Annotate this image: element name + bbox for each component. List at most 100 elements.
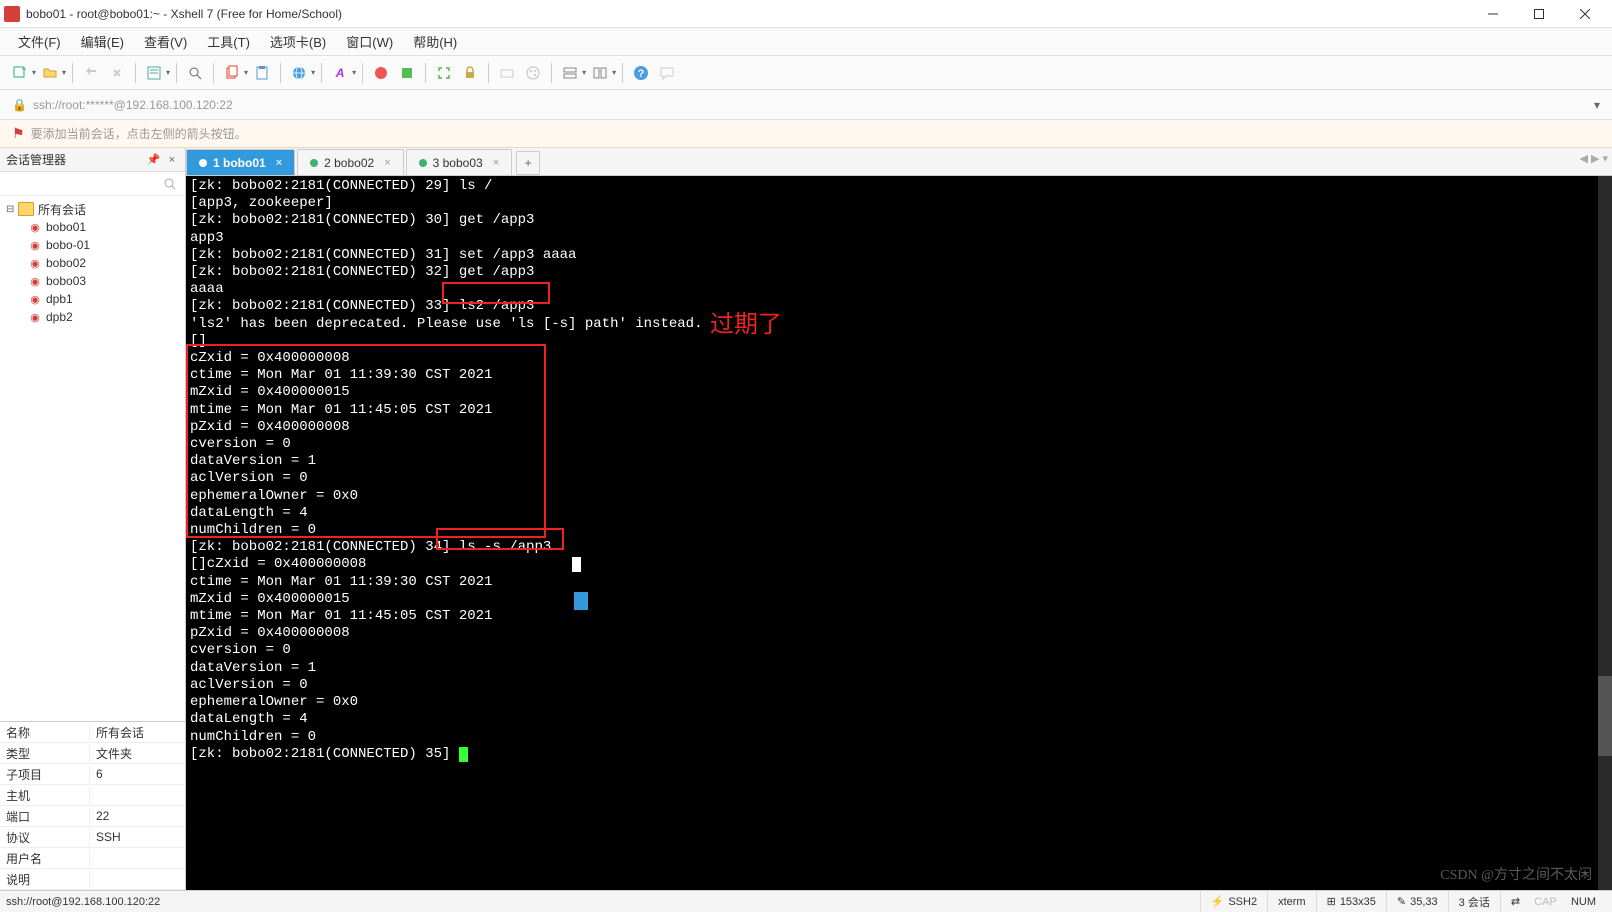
menu-help[interactable]: 帮助(H) xyxy=(403,28,467,55)
sidebar-search[interactable] xyxy=(0,172,185,196)
copy-icon[interactable] xyxy=(220,61,244,85)
prop-row: 用户名 xyxy=(0,848,185,869)
status-dot-icon xyxy=(310,159,318,167)
reconnect-icon[interactable] xyxy=(79,61,103,85)
app-icon xyxy=(4,6,20,22)
sidebar-close-icon[interactable]: × xyxy=(169,154,175,166)
status-sessions: 3 会话 xyxy=(1448,891,1500,912)
help-icon[interactable]: ? xyxy=(629,61,653,85)
tree-session[interactable]: bobo02 xyxy=(0,254,185,272)
session-icon xyxy=(28,256,42,270)
record-icon[interactable] xyxy=(369,61,393,85)
chat-icon[interactable] xyxy=(655,61,679,85)
font-icon[interactable]: A xyxy=(328,61,352,85)
status-pos: ✎35,33 xyxy=(1386,891,1448,912)
menu-tools[interactable]: 工具(T) xyxy=(197,28,260,55)
prop-row: 子项目6 xyxy=(0,764,185,785)
collapse-icon[interactable]: ⊟ xyxy=(6,204,18,215)
session-icon xyxy=(28,292,42,306)
cursor-icon: ✎ xyxy=(1397,895,1406,908)
prop-row: 端口22 xyxy=(0,806,185,827)
arrows-icon: ⇄ xyxy=(1511,895,1520,908)
status-size: ⊞153x35 xyxy=(1316,891,1386,912)
status-modifiers: ⇄ CAP NUM xyxy=(1500,891,1606,912)
prop-row: 名称所有会话 xyxy=(0,722,185,743)
grid-icon: ⊞ xyxy=(1327,895,1336,908)
address-dropdown-icon[interactable]: ▾ xyxy=(1594,98,1600,112)
folder-icon xyxy=(18,202,34,216)
prop-row: 类型文件夹 xyxy=(0,743,185,764)
palette-icon[interactable] xyxy=(521,61,545,85)
session-sidebar: 会话管理器 📌 × ⊟ 所有会话 bobo01 bobo-01 bobo02 b… xyxy=(0,148,186,890)
svg-text:?: ? xyxy=(638,68,645,80)
titlebar: bobo01 - root@bobo01:~ - Xshell 7 (Free … xyxy=(0,0,1612,28)
close-button[interactable] xyxy=(1562,0,1608,28)
menu-file[interactable]: 文件(F) xyxy=(8,28,71,55)
fullscreen-icon[interactable] xyxy=(432,61,456,85)
new-folder-icon[interactable] xyxy=(38,61,62,85)
disconnect-icon[interactable] xyxy=(105,61,129,85)
paste-icon[interactable] xyxy=(250,61,274,85)
tree-session[interactable]: bobo-01 xyxy=(0,236,185,254)
tile-horiz-icon[interactable] xyxy=(558,61,582,85)
window-title: bobo01 - root@bobo01:~ - Xshell 7 (Free … xyxy=(26,7,1470,21)
tree-session[interactable]: dpb2 xyxy=(0,308,185,326)
toolbar: ▾ ▾ ▾ ▾ ▾ A▾ ▾ ▾ ? xyxy=(0,56,1612,90)
hint-text: 要添加当前会话，点击左侧的箭头按钮。 xyxy=(31,125,247,142)
hint-bar: ⚑ 要添加当前会话，点击左侧的箭头按钮。 xyxy=(0,120,1612,148)
menu-view[interactable]: 查看(V) xyxy=(134,28,197,55)
tree-session[interactable]: dpb1 xyxy=(0,290,185,308)
new-session-icon[interactable] xyxy=(8,61,32,85)
new-tab-button[interactable]: + xyxy=(516,151,540,175)
tab-bobo01[interactable]: 1 bobo01× xyxy=(186,149,295,175)
menubar: 文件(F) 编辑(E) 查看(V) 工具(T) 选项卡(B) 窗口(W) 帮助(… xyxy=(0,28,1612,56)
status-term: xterm xyxy=(1267,891,1316,912)
find-icon[interactable] xyxy=(183,61,207,85)
tab-bobo03[interactable]: 3 bobo03× xyxy=(406,149,513,175)
tab-close-icon[interactable]: × xyxy=(493,157,499,169)
menu-window[interactable]: 窗口(W) xyxy=(336,28,403,55)
stop-icon[interactable] xyxy=(395,61,419,85)
status-left: ssh://root@192.168.100.120:22 xyxy=(6,896,1200,908)
terminal[interactable]: [zk: bobo02:2181(CONNECTED) 29] ls /[app… xyxy=(186,176,1612,890)
tab-close-icon[interactable]: × xyxy=(276,157,282,169)
session-icon xyxy=(28,220,42,234)
status-bar: ssh://root@192.168.100.120:22 ⚡SSH2 xter… xyxy=(0,890,1612,912)
prop-row: 主机 xyxy=(0,785,185,806)
globe-icon[interactable] xyxy=(287,61,311,85)
tabs-scroll-buttons[interactable]: ◀ ▶ ▾ xyxy=(1579,152,1608,165)
address-bar[interactable]: 🔒 ssh://root:******@192.168.100.120:22 ▾ xyxy=(0,90,1612,120)
sidebar-header: 会话管理器 📌 × xyxy=(0,148,185,172)
tab-close-icon[interactable]: × xyxy=(384,157,390,169)
status-ssh: ⚡SSH2 xyxy=(1200,891,1267,912)
tree-session[interactable]: bobo01 xyxy=(0,218,185,236)
annotation-text: 过期了 xyxy=(710,316,782,333)
cursor-mark xyxy=(572,557,581,572)
status-dot-icon xyxy=(199,159,207,167)
menu-tabs[interactable]: 选项卡(B) xyxy=(260,28,336,55)
tree-session[interactable]: bobo03 xyxy=(0,272,185,290)
lock-icon[interactable] xyxy=(458,61,482,85)
tab-bobo02[interactable]: 2 bobo02× xyxy=(297,149,404,175)
scrollbar[interactable] xyxy=(1598,176,1612,890)
properties-icon[interactable] xyxy=(142,61,166,85)
session-icon xyxy=(28,238,42,252)
pin-icon[interactable]: 📌 xyxy=(147,153,161,166)
status-dot-icon xyxy=(419,159,427,167)
session-tree: ⊟ 所有会话 bobo01 bobo-01 bobo02 bobo03 dpb1… xyxy=(0,196,185,721)
keyboard-icon[interactable] xyxy=(495,61,519,85)
address-text: ssh://root:******@192.168.100.120:22 xyxy=(33,98,233,112)
session-icon xyxy=(28,274,42,288)
scrollbar-thumb[interactable] xyxy=(1598,676,1612,756)
tree-root[interactable]: ⊟ 所有会话 xyxy=(0,200,185,218)
tab-bar: 1 bobo01× 2 bobo02× 3 bobo03× + ◀ ▶ ▾ xyxy=(186,148,1612,176)
flag-icon: ⚑ xyxy=(12,125,25,142)
plug-icon: ⚡ xyxy=(1211,895,1225,908)
maximize-button[interactable] xyxy=(1516,0,1562,28)
prop-row: 说明 xyxy=(0,869,185,890)
tile-vert-icon[interactable] xyxy=(588,61,612,85)
menu-edit[interactable]: 编辑(E) xyxy=(71,28,134,55)
properties-panel: 名称所有会话 类型文件夹 子项目6 主机 端口22 协议SSH 用户名 说明 xyxy=(0,721,185,890)
minimize-button[interactable] xyxy=(1470,0,1516,28)
prop-row: 协议SSH xyxy=(0,827,185,848)
